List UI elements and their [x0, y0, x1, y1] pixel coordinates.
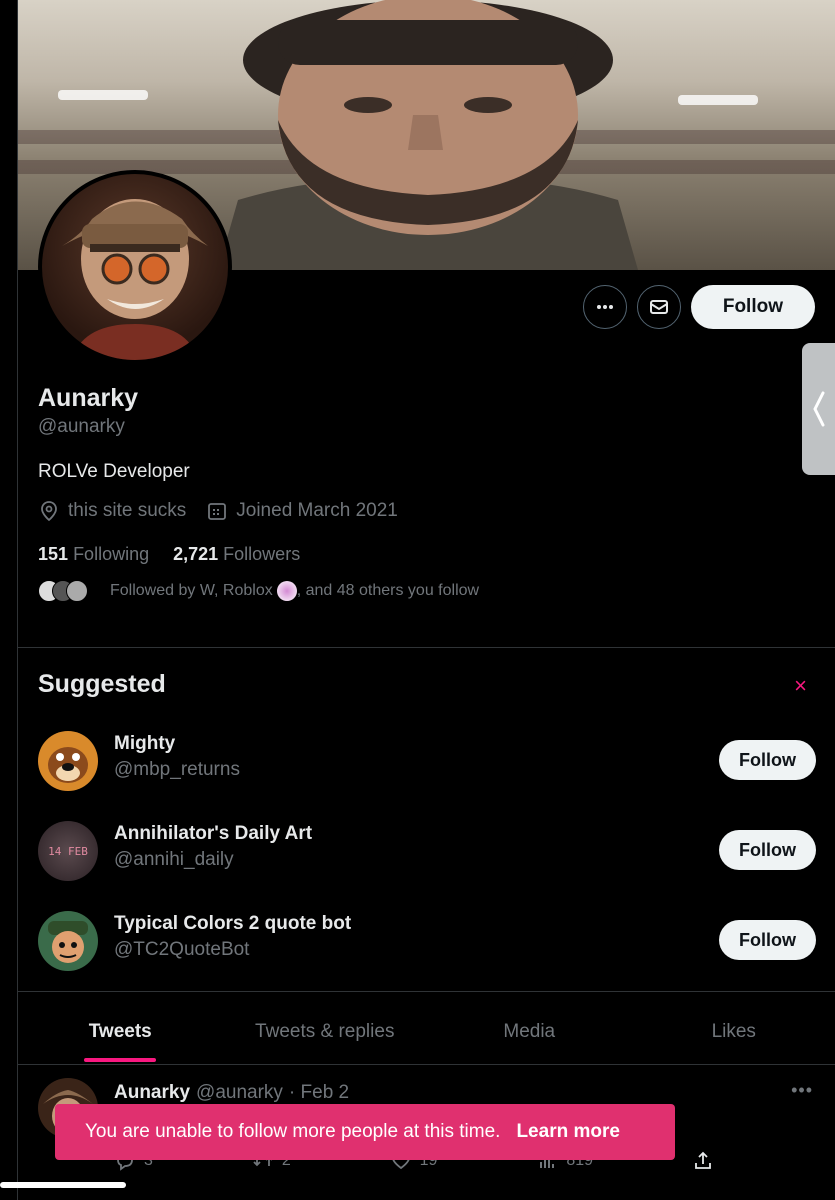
profile-actions: Follow — [582, 285, 815, 329]
banner-light — [58, 90, 148, 100]
follow-button[interactable]: Follow — [719, 740, 816, 780]
profile-joined: Joined March 2021 — [206, 500, 398, 522]
chevron-left-icon — [812, 391, 824, 427]
suggested-name: Typical Colors 2 quote bot — [114, 913, 352, 934]
profile-meta: this site sucks Joined March 2021 — [38, 500, 398, 522]
cartoon-avatar-icon — [48, 921, 88, 963]
tab-label: Media — [503, 1021, 556, 1042]
suggested-name: Annihilator's Daily Art — [114, 823, 313, 844]
tab-tweets-replies[interactable]: Tweets & replies — [223, 1000, 428, 1064]
suggested-title: Suggested — [38, 670, 166, 698]
tweet-author-name[interactable]: Aunarky — [114, 1082, 190, 1104]
followers-link[interactable]: 2,721 Followers — [173, 544, 300, 565]
profile-column: Follow Aunarky @aunarky ROLVe Developer … — [17, 0, 835, 1200]
avatar-text: 14 FEB — [48, 844, 88, 858]
toast-message: You are unable to follow more people at … — [85, 1121, 501, 1142]
home-indicator[interactable] — [0, 1182, 126, 1188]
tweet-author-handle[interactable]: @aunarky — [196, 1082, 283, 1104]
avatar — [66, 580, 88, 602]
tab-tweets[interactable]: Tweets — [18, 1000, 223, 1064]
followed-by[interactable]: Followed by W, Roblox , and 48 others yo… — [38, 580, 479, 602]
profile-tabs: Tweets Tweets & replies Media Likes — [18, 1000, 835, 1064]
suggested-item[interactable]: Mighty @mbp_returns Follow — [38, 731, 816, 793]
joined-text: Joined March 2021 — [236, 500, 398, 521]
avatar: 14 FEB — [38, 821, 98, 881]
suggested-name: Mighty — [114, 733, 176, 754]
app-window: Follow Aunarky @aunarky ROLVe Developer … — [0, 0, 835, 1200]
tab-media[interactable]: Media — [427, 1000, 632, 1064]
followed-by-text-b: , and 48 others you follow — [296, 582, 480, 599]
avatar — [38, 731, 98, 791]
followed-by-avatars — [38, 580, 88, 602]
more-icon — [596, 305, 613, 309]
suggested-item[interactable]: Typical Colors 2 quote bot @TC2QuoteBot … — [38, 911, 816, 973]
location-text: this site sucks — [68, 500, 187, 521]
tab-label: Tweets & replies — [255, 1021, 395, 1042]
more-icon[interactable]: ••• — [791, 1080, 813, 1101]
location-icon — [41, 501, 57, 522]
avatar-image — [62, 199, 208, 360]
close-icon[interactable]: × — [794, 673, 807, 699]
mail-icon — [649, 300, 668, 314]
side-panel-handle[interactable] — [802, 343, 835, 475]
learn-more-link[interactable]: Learn more — [516, 1121, 619, 1143]
profile-handle: @aunarky — [38, 416, 125, 437]
followers-count: 2,721 — [173, 544, 219, 564]
avatar — [38, 911, 98, 971]
tab-likes[interactable]: Likes — [632, 1000, 835, 1064]
profile-bio: ROLVe Developer — [38, 461, 190, 482]
calendar-icon — [208, 503, 227, 520]
following-link[interactable]: 151 Following — [38, 544, 149, 565]
share-icon — [695, 1151, 711, 1169]
suggested-handle: @annihi_daily — [114, 849, 234, 870]
profile-counts: 151 Following 2,721 Followers — [38, 544, 300, 565]
divider — [18, 991, 835, 992]
suggested-handle: @mbp_returns — [114, 759, 240, 780]
dog-avatar-icon — [48, 747, 88, 783]
message-button[interactable] — [636, 285, 681, 329]
divider — [18, 1064, 835, 1065]
divider — [18, 647, 835, 648]
followed-by-text-a: Followed by W, Roblox — [110, 582, 273, 599]
suggested-item[interactable]: 14 FEB Annihilator's Daily Art @annihi_d… — [38, 821, 816, 883]
suggested-handle: @TC2QuoteBot — [114, 939, 250, 960]
tab-label: Tweets — [88, 1021, 152, 1042]
following-count: 151 — [38, 544, 69, 564]
badge-icon — [276, 581, 297, 601]
tweet-date[interactable]: · Feb 2 — [289, 1082, 349, 1104]
profile-name: Aunarky — [38, 384, 139, 412]
rate-limit-toast: You are unable to follow more people at … — [55, 1104, 675, 1160]
more-button[interactable] — [582, 285, 627, 329]
follow-button[interactable]: Follow — [719, 830, 816, 870]
following-label: Following — [73, 544, 150, 564]
profile-avatar[interactable] — [38, 170, 232, 364]
active-tab-indicator — [84, 1058, 157, 1062]
profile-location: this site sucks — [38, 500, 186, 522]
follow-button[interactable]: Follow — [690, 285, 815, 329]
share-button[interactable] — [692, 1150, 714, 1172]
follow-button[interactable]: Follow — [719, 920, 816, 960]
banner-light — [678, 95, 758, 105]
banner-photo-person — [218, 0, 638, 270]
followers-label: Followers — [223, 544, 301, 564]
tweet-header: Aunarky @aunarky · Feb 2 — [114, 1082, 349, 1104]
tab-label: Likes — [711, 1021, 756, 1042]
